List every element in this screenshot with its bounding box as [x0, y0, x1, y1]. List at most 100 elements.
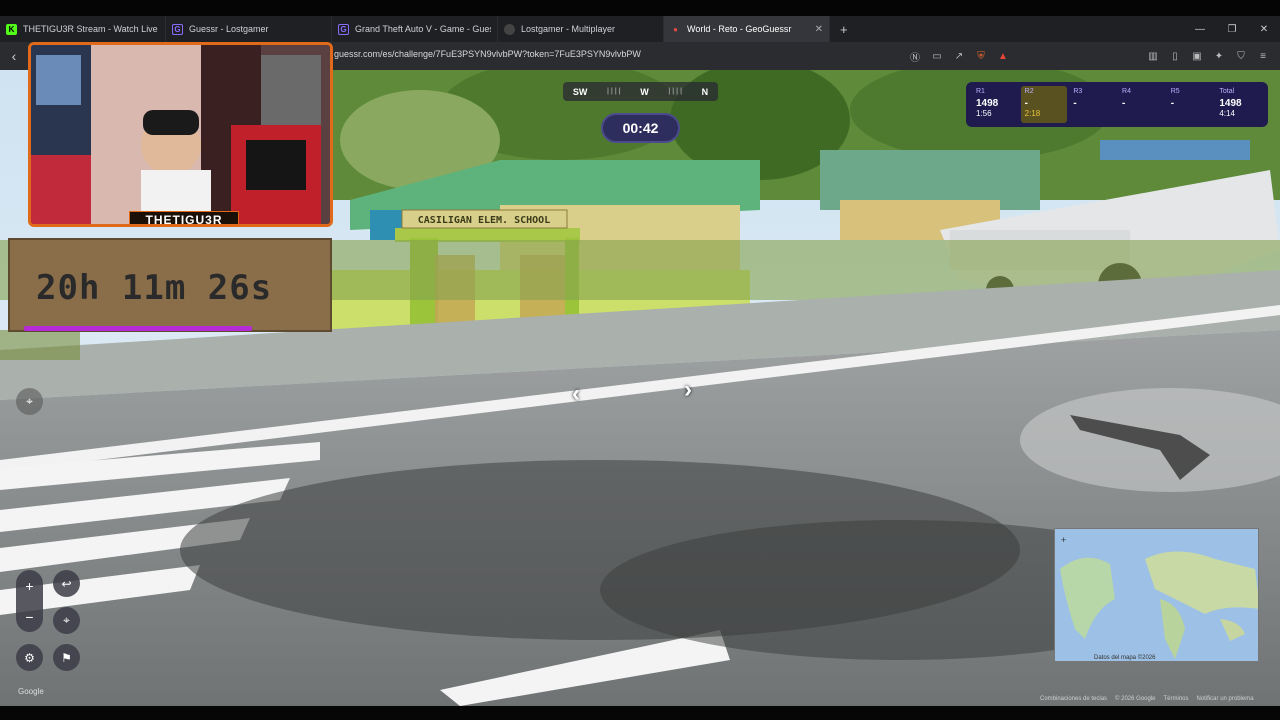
- round-3: R3 -: [1069, 86, 1116, 123]
- lostgamer-icon: [504, 23, 515, 35]
- compass: SW | | | | W | | | | N: [563, 82, 718, 101]
- world-map-image: [1055, 529, 1258, 661]
- cast-icon[interactable]: ▭: [930, 51, 944, 62]
- round-label: R2: [1024, 88, 1034, 95]
- flag-icon: ⚑: [61, 650, 72, 665]
- round-points: 1498: [1219, 98, 1242, 109]
- compass-ticks: | | | |: [606, 88, 621, 95]
- keyboard-shortcuts-link[interactable]: Combinaciones de teclas: [1040, 696, 1107, 702]
- maximize-icon[interactable]: ❐: [1216, 24, 1248, 35]
- top-edge: [0, 0, 1280, 16]
- url-field[interactable]: guessr.com/es/challenge/7FuE3PSYN9vlvbPW…: [334, 49, 641, 59]
- brave-shield-icon[interactable]: ⛨: [974, 51, 988, 62]
- rewards-icon[interactable]: ▲: [996, 51, 1010, 62]
- compass-w: W: [640, 86, 649, 97]
- tab-label: World - Reto - GeoGuessr: [687, 24, 792, 34]
- webcam-image: [31, 45, 330, 224]
- zoom-in-button[interactable]: +: [16, 570, 43, 601]
- flag-button[interactable]: ⚑: [53, 644, 80, 671]
- bottom-edge: [0, 706, 1280, 720]
- round-label: R5: [1170, 88, 1180, 95]
- undo-icon: ↩: [61, 576, 72, 591]
- round-points: -: [1073, 98, 1077, 109]
- round-label: R3: [1073, 88, 1083, 95]
- round-time: 1:56: [976, 109, 992, 118]
- guessr-icon: G: [338, 23, 349, 35]
- extensions-icon[interactable]: ✦: [1212, 51, 1226, 62]
- round-label: Total: [1219, 88, 1235, 95]
- menu-icon[interactable]: ≡: [1256, 51, 1270, 62]
- round-points: 1498: [976, 98, 999, 109]
- tab-kick[interactable]: K THETIGU3R Stream - Watch Live on: [0, 16, 166, 42]
- return-to-start-button[interactable]: ⌖: [53, 607, 80, 634]
- tab-label: Lostgamer - Multiplayer: [521, 24, 616, 34]
- gear-icon: ⚙: [24, 650, 35, 665]
- sidebar-icon[interactable]: ▥: [1146, 51, 1160, 62]
- translate-icon[interactable]: Ⓝ: [908, 49, 922, 64]
- compass-n: N: [701, 86, 709, 97]
- round-label: R4: [1122, 88, 1131, 95]
- tab-label: Guessr - Lostgamer: [189, 24, 269, 34]
- round-points: -: [1170, 98, 1175, 109]
- school-sign-text: CASILIGAN ELEM. SCHOOL: [418, 215, 550, 226]
- map-attribution: Datos del mapa ©2026: [1094, 655, 1156, 661]
- scoreboard: R1 1498 1:56 R2 - 2:18 R3 - R4 - R5 - To…: [966, 82, 1268, 127]
- round-1: R1 1498 1:56: [972, 86, 1019, 123]
- copyright-text: © 2026 Google: [1115, 696, 1156, 702]
- round-label: R1: [976, 88, 985, 95]
- tab-label: Grand Theft Auto V - Game - Guessr: [355, 24, 491, 34]
- back-icon[interactable]: ‹: [0, 48, 28, 64]
- wallet-icon[interactable]: ▣: [1190, 51, 1204, 62]
- pin-icon: ⌖: [26, 394, 33, 408]
- round-total: Total 1498 4:14: [1215, 86, 1262, 123]
- map-zoom-in-icon[interactable]: +: [1061, 535, 1066, 545]
- zoom-out-button[interactable]: −: [16, 601, 43, 632]
- timer-text: 20h 11m 26s: [36, 268, 273, 308]
- settings-button[interactable]: ⚙: [16, 644, 43, 671]
- report-problem-link[interactable]: Notificar un problema: [1197, 696, 1254, 702]
- webcam-overlay: THETIGU3R: [28, 42, 333, 227]
- round-timer: 00:42: [601, 113, 680, 143]
- tab-guessr-lostgamer[interactable]: G Guessr - Lostgamer: [166, 16, 332, 42]
- kick-icon: K: [6, 23, 17, 35]
- terms-link[interactable]: Términos: [1164, 696, 1189, 702]
- round-4: R4 -: [1118, 86, 1165, 123]
- new-tab-button[interactable]: +: [830, 22, 858, 37]
- round-points: -: [1024, 98, 1029, 109]
- close-tab-icon[interactable]: ✕: [815, 24, 823, 35]
- compass-sw: SW: [572, 86, 588, 97]
- subathon-timer: 20h 11m 26s: [8, 238, 332, 332]
- set-location-pin-button[interactable]: ⌖: [16, 388, 43, 415]
- undo-move-button[interactable]: ↩: [53, 570, 80, 597]
- round-points: -: [1122, 98, 1126, 109]
- toolbar-icons: Ⓝ ▭ ↗ ⛨ ▲ ▥ ▯ ▣ ✦ ⛉ ≡: [908, 42, 1270, 70]
- tab-lostgamer[interactable]: Lostgamer - Multiplayer: [498, 16, 664, 42]
- tab-geoguessr[interactable]: ● World - Reto - GeoGuessr ✕: [664, 16, 830, 42]
- minimize-icon[interactable]: —: [1184, 24, 1216, 35]
- guess-minimap[interactable]: +: [1054, 528, 1259, 662]
- location-pin-icon: ⌖: [63, 613, 70, 627]
- zoom-control: + −: [16, 570, 43, 632]
- round-time: 2:18: [1024, 109, 1041, 118]
- nav-arrow-left[interactable]: ‹: [572, 380, 580, 408]
- window-controls: — ❐ ✕: [1184, 24, 1280, 35]
- street-view-footer: Combinaciones de teclas © 2026 Google Té…: [1040, 696, 1254, 702]
- screen: K THETIGU3R Stream - Watch Live on G Gue…: [0, 0, 1280, 720]
- tab-bar: K THETIGU3R Stream - Watch Live on G Gue…: [0, 16, 1280, 42]
- geoguessr-icon: ●: [673, 24, 678, 34]
- tab-guessr-gta[interactable]: G Grand Theft Auto V - Game - Guessr: [332, 16, 498, 42]
- close-window-icon[interactable]: ✕: [1248, 24, 1280, 35]
- google-watermark: Google: [18, 687, 44, 696]
- reading-icon[interactable]: ▯: [1168, 51, 1182, 62]
- nav-arrow-right[interactable]: ›: [684, 376, 692, 404]
- vpn-icon[interactable]: ⛉: [1234, 51, 1248, 62]
- compass-ticks: | | | |: [668, 88, 683, 95]
- round-5: R5 -: [1167, 86, 1214, 123]
- round-2: R2 - 2:18: [1020, 86, 1068, 123]
- guessr-icon: G: [172, 23, 183, 35]
- streamer-name-badge: THETIGU3R: [129, 211, 239, 224]
- tab-label: THETIGU3R Stream - Watch Live on: [23, 24, 159, 34]
- share-icon[interactable]: ↗: [952, 51, 966, 62]
- timer-progress-bar: [24, 326, 252, 331]
- round-time: 4:14: [1219, 109, 1235, 118]
